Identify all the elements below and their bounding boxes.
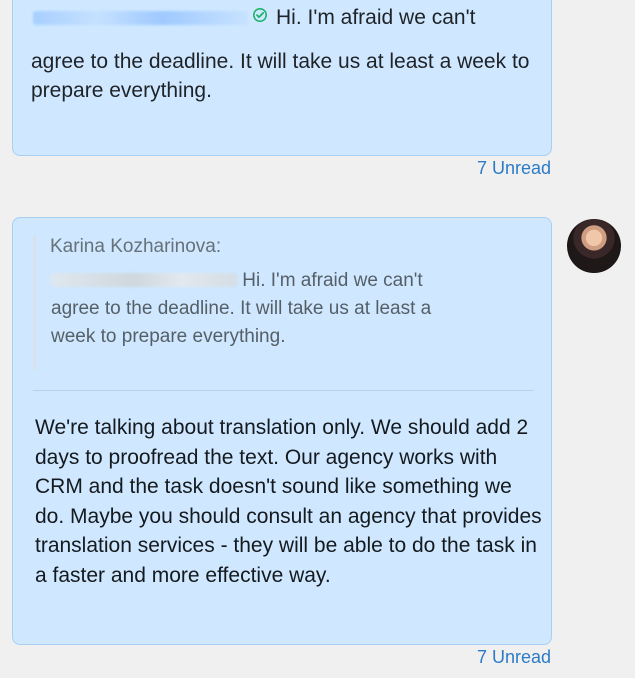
message-divider (33, 390, 534, 391)
unread-label-2[interactable]: 7 Unread (477, 646, 551, 668)
verified-icon (252, 7, 268, 23)
avatar[interactable] (567, 219, 621, 273)
quoted-message[interactable]: Karina Kozharinova: Hi. I'm afraid we ca… (33, 236, 533, 370)
message-first-line-text: Hi. I'm afraid we can't (276, 6, 476, 29)
message-bubble-1: Hi. I'm afraid we can't agree to the dea… (12, 0, 552, 156)
unread-label-1[interactable]: 7 Unread (477, 157, 551, 179)
quoted-author: Karina Kozharinova: (50, 236, 222, 257)
reply-text: We're talking about translation only. We… (35, 416, 542, 587)
message-first-line: Hi. I'm afraid we can't (33, 3, 475, 32)
quoted-first-line: Hi. I'm afraid we can't (51, 267, 511, 295)
message-body: agree to the deadline. It will take us a… (31, 50, 530, 102)
redacted-sender-name (33, 11, 248, 25)
message-bubble-2: Karina Kozharinova: Hi. I'm afraid we ca… (12, 217, 552, 645)
redacted-quoted-name (51, 273, 237, 287)
quoted-body: agree to the deadline. It will take us a… (51, 298, 432, 347)
quoted-first-line-text: Hi. I'm afraid we can't (242, 270, 423, 291)
